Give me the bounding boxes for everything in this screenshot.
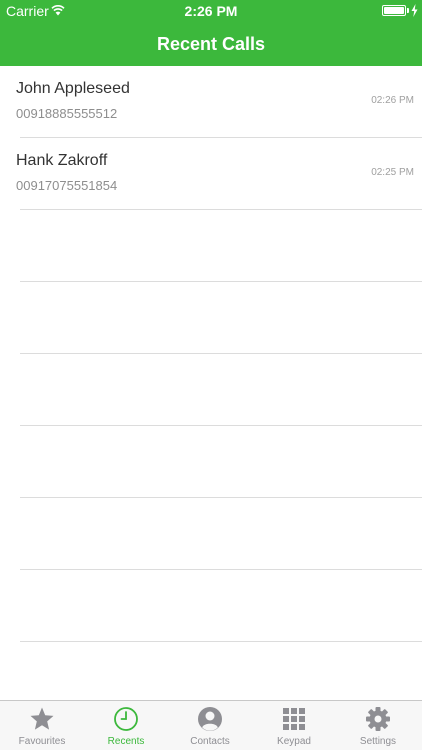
empty-row <box>0 354 422 426</box>
caller-name: John Appleseed <box>16 80 130 97</box>
call-row[interactable]: John Appleseed 00918885555512 02:26 PM <box>0 66 422 138</box>
tab-label: Keypad <box>277 736 311 747</box>
bolt-icon <box>411 4 418 17</box>
status-time: 2:26 PM <box>184 3 238 19</box>
tab-contacts[interactable]: Contacts <box>168 701 252 750</box>
call-time: 02:25 PM <box>371 167 414 178</box>
clock-icon <box>114 707 138 731</box>
tab-label: Settings <box>359 736 397 747</box>
recent-calls-list: John Appleseed 00918885555512 02:26 PM H… <box>0 66 422 700</box>
battery-tip <box>407 8 409 13</box>
tab-label: Recents <box>107 736 145 747</box>
caller-number: 00917075551854 <box>16 178 118 193</box>
tab-favourites[interactable]: Favourites <box>0 701 84 750</box>
caller-number: 00918885555512 <box>16 106 118 121</box>
empty-row <box>0 210 422 282</box>
caller-name: Hank Zakroff <box>16 152 108 169</box>
keypad-icon <box>283 708 305 730</box>
empty-row <box>0 570 422 642</box>
empty-row <box>0 282 422 354</box>
call-time: 02:26 PM <box>371 95 414 106</box>
tab-bar: Favourites Recents Contacts Keypad Setti… <box>0 700 422 750</box>
page-title: Recent Calls <box>156 34 266 54</box>
star-icon <box>30 707 54 730</box>
row-separator <box>20 641 422 642</box>
empty-row <box>0 498 422 570</box>
tab-label: Contacts <box>190 736 230 747</box>
empty-row <box>0 426 422 498</box>
battery-icon <box>382 5 406 16</box>
call-row[interactable]: Hank Zakroff 00917075551854 02:25 PM <box>0 138 422 210</box>
tab-recents[interactable]: Recents <box>84 701 168 750</box>
tab-label: Favourites <box>18 736 66 747</box>
person-icon <box>198 707 222 731</box>
tab-keypad[interactable]: Keypad <box>252 701 336 750</box>
navigation-bar: Carrier 2:26 PM Recent Calls <box>0 0 422 66</box>
gear-icon <box>366 707 390 731</box>
status-bar: Carrier 2:26 PM <box>0 0 422 22</box>
tab-settings[interactable]: Settings <box>336 701 420 750</box>
